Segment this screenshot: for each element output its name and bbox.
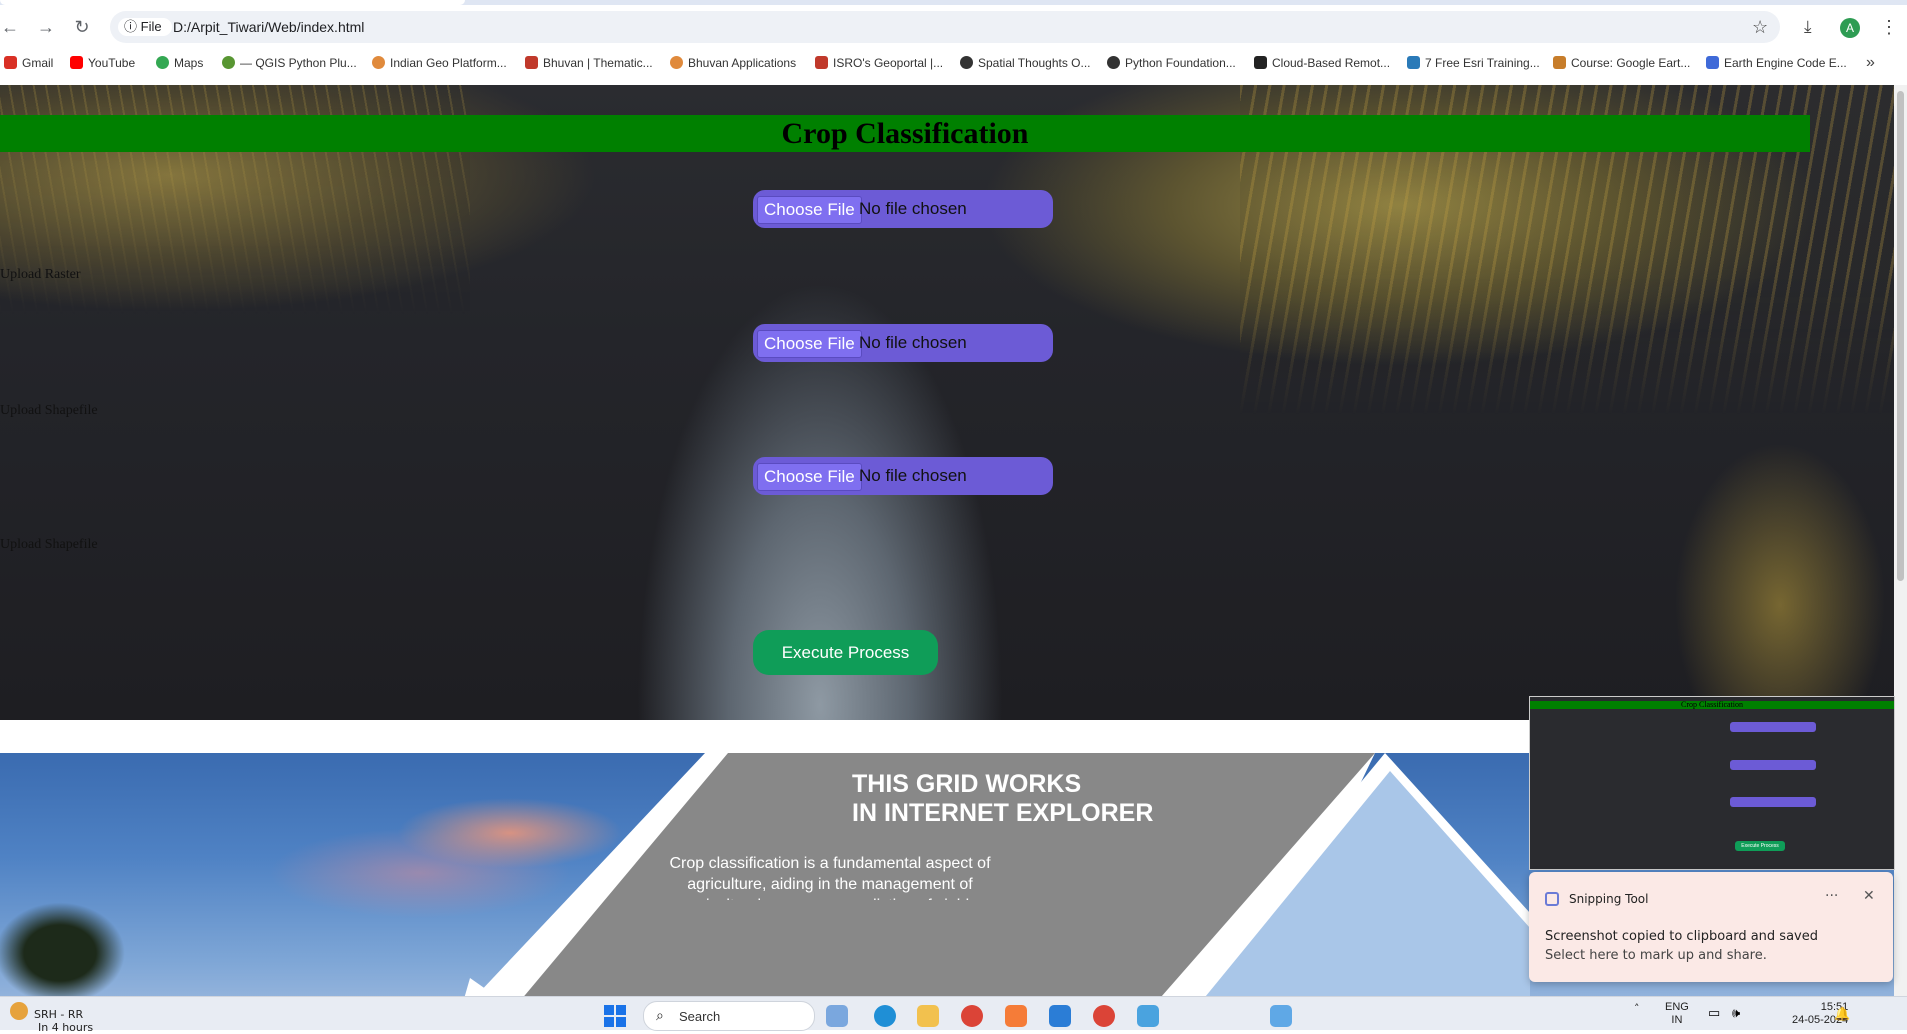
profile-avatar[interactable]: A <box>1840 18 1860 38</box>
youtube-icon <box>70 56 83 69</box>
app-icon-3[interactable] <box>1270 1005 1292 1027</box>
download-icon[interactable]: ⤓ <box>1804 17 1812 37</box>
weather-widget[interactable]: SRH - RR In 4 hours <box>10 1002 93 1034</box>
network-icon[interactable]: ▭ <box>1708 1005 1720 1021</box>
snipping-tool-icon <box>1545 892 1559 906</box>
bookmark-item[interactable]: — QGIS Python Plu... <box>222 56 357 70</box>
spatial-thoughts-icon <box>960 56 973 69</box>
raster-file-input[interactable]: Choose File No file chosen <box>753 190 1053 228</box>
more-options-icon[interactable]: ··· <box>1825 888 1838 904</box>
taskview-icon[interactable] <box>826 1005 848 1027</box>
earth-engine-icon <box>1706 56 1719 69</box>
file-explorer-icon[interactable] <box>917 1005 939 1027</box>
page-scrollbar[interactable] <box>1894 85 1907 996</box>
site-info-chip[interactable]: ⓘ File <box>118 18 172 36</box>
bookmark-item[interactable]: Bhuvan Applications <box>670 56 796 70</box>
more-bookmarks-icon[interactable]: » <box>1866 54 1875 72</box>
file-status: No file chosen <box>859 466 967 485</box>
info-icon: ⓘ <box>124 19 141 34</box>
reload-icon[interactable]: ↻ <box>72 17 92 37</box>
bookmark-item[interactable]: Gmail <box>4 56 53 70</box>
course-icon <box>1553 56 1566 69</box>
site-info-label: File <box>140 19 162 34</box>
bookmark-item[interactable]: Indian Geo Platform... <box>372 56 507 70</box>
app-icon[interactable] <box>1005 1005 1027 1027</box>
preview-file-input <box>1730 797 1816 807</box>
scrollbar-thumb[interactable] <box>1897 91 1904 581</box>
preview-file-input <box>1730 760 1816 770</box>
upload-raster-label: Upload Raster <box>0 267 81 282</box>
url-text[interactable]: D:/Arpit_Tiwari/Web/index.html <box>173 19 364 35</box>
bookmark-item[interactable]: Maps <box>156 56 203 70</box>
bookmark-item[interactable]: Earth Engine Code E... <box>1706 56 1847 70</box>
notification-message: Screenshot copied to clipboard and saved <box>1545 929 1818 944</box>
cloud-remote-icon <box>1254 56 1267 69</box>
snipping-tool-notification[interactable]: Snipping Tool ··· ✕ Screenshot copied to… <box>1529 872 1893 982</box>
upload-shapefile-label-2: Upload Shapefile <box>0 537 98 552</box>
shapefile-input-1[interactable]: Choose File No file chosen <box>753 324 1053 362</box>
isro-icon <box>815 56 828 69</box>
grid-title: THIS GRID WORKS IN INTERNET EXPLORER <box>852 770 1154 827</box>
bookmark-item[interactable]: YouTube <box>70 56 135 70</box>
bookmark-item[interactable]: Spatial Thoughts O... <box>960 56 1091 70</box>
weather-icon <box>10 1002 28 1020</box>
bookmarks-bar: Gmail YouTube Maps — QGIS Python Plu... … <box>0 52 1907 74</box>
grid-description: Crop classification is a fundamental asp… <box>669 855 991 900</box>
bookmark-star-icon[interactable]: ☆ <box>1752 17 1768 38</box>
preview-execute: Execute Process <box>1735 841 1785 851</box>
qgis-icon <box>222 56 235 69</box>
notification-submessage: Select here to mark up and share. <box>1545 948 1767 963</box>
tray-chevron-icon[interactable]: ˄ <box>1634 1002 1640 1015</box>
taskbar-search[interactable]: ⌕ Search <box>643 1001 815 1031</box>
file-status: No file chosen <box>859 199 967 218</box>
browser-toolbar: ← → ↻ ⓘ File D:/Arpit_Tiwari/Web/index.h… <box>0 5 1907 49</box>
windows-taskbar: SRH - RR In 4 hours ⌕ Search ˄ ENG IN ▭ … <box>0 996 1907 1034</box>
start-button-icon[interactable] <box>604 1005 626 1027</box>
close-icon[interactable]: ✕ <box>1863 888 1875 904</box>
file-status: No file chosen <box>859 333 967 352</box>
browser-menu-icon[interactable]: ⋮ <box>1880 17 1898 38</box>
chrome-profile-icon[interactable] <box>1093 1005 1115 1027</box>
python-icon <box>1107 56 1120 69</box>
snipping-preview-thumbnail[interactable]: Crop Classification Execute Process <box>1529 696 1895 870</box>
bookmark-item[interactable]: Python Foundation... <box>1107 56 1236 70</box>
bookmark-item[interactable]: 7 Free Esri Training... <box>1407 56 1540 70</box>
shapefile-input-2[interactable]: Choose File No file chosen <box>753 457 1053 495</box>
hero-background-image <box>0 85 1894 720</box>
page-title-bar: Crop Classification <box>0 115 1810 152</box>
chrome-icon[interactable] <box>961 1005 983 1027</box>
bhuvan-icon <box>525 56 538 69</box>
forward-icon[interactable]: → <box>36 17 56 37</box>
choose-file-button[interactable]: Choose File <box>757 196 862 224</box>
maps-icon <box>156 56 169 69</box>
notification-bell-icon[interactable]: 🔔 <box>1834 1006 1850 1022</box>
notification-app-name: Snipping Tool <box>1569 892 1649 906</box>
bookmark-item[interactable]: Course: Google Eart... <box>1553 56 1690 70</box>
bookmark-item[interactable]: Cloud-Based Remot... <box>1254 56 1390 70</box>
preview-title: Crop Classification <box>1681 700 1743 709</box>
back-icon[interactable]: ← <box>0 17 20 37</box>
bookmark-item[interactable]: Bhuvan | Thematic... <box>525 56 653 70</box>
language-indicator[interactable]: ENG IN <box>1665 1001 1689 1027</box>
choose-file-button[interactable]: Choose File <box>757 463 862 491</box>
app-icon-2[interactable] <box>1137 1005 1159 1027</box>
edge-icon[interactable] <box>874 1005 896 1027</box>
bhuvan-apps-icon <box>670 56 683 69</box>
geo-platform-icon <box>372 56 385 69</box>
gmail-icon <box>4 56 17 69</box>
page-title: Crop Classification <box>781 117 1029 150</box>
search-icon: ⌕ <box>656 1007 664 1023</box>
execute-process-button[interactable]: Execute Process <box>753 630 938 675</box>
choose-file-button[interactable]: Choose File <box>757 330 862 358</box>
address-bar[interactable]: ⓘ File D:/Arpit_Tiwari/Web/index.html <box>110 11 1780 43</box>
bookmark-item[interactable]: ISRO's Geoportal |... <box>815 56 943 70</box>
vscode-icon[interactable] <box>1049 1005 1071 1027</box>
upload-shapefile-label: Upload Shapefile <box>0 403 98 418</box>
volume-icon[interactable]: 🕪 <box>1732 1005 1740 1021</box>
preview-file-input <box>1730 722 1816 732</box>
esri-icon <box>1407 56 1420 69</box>
